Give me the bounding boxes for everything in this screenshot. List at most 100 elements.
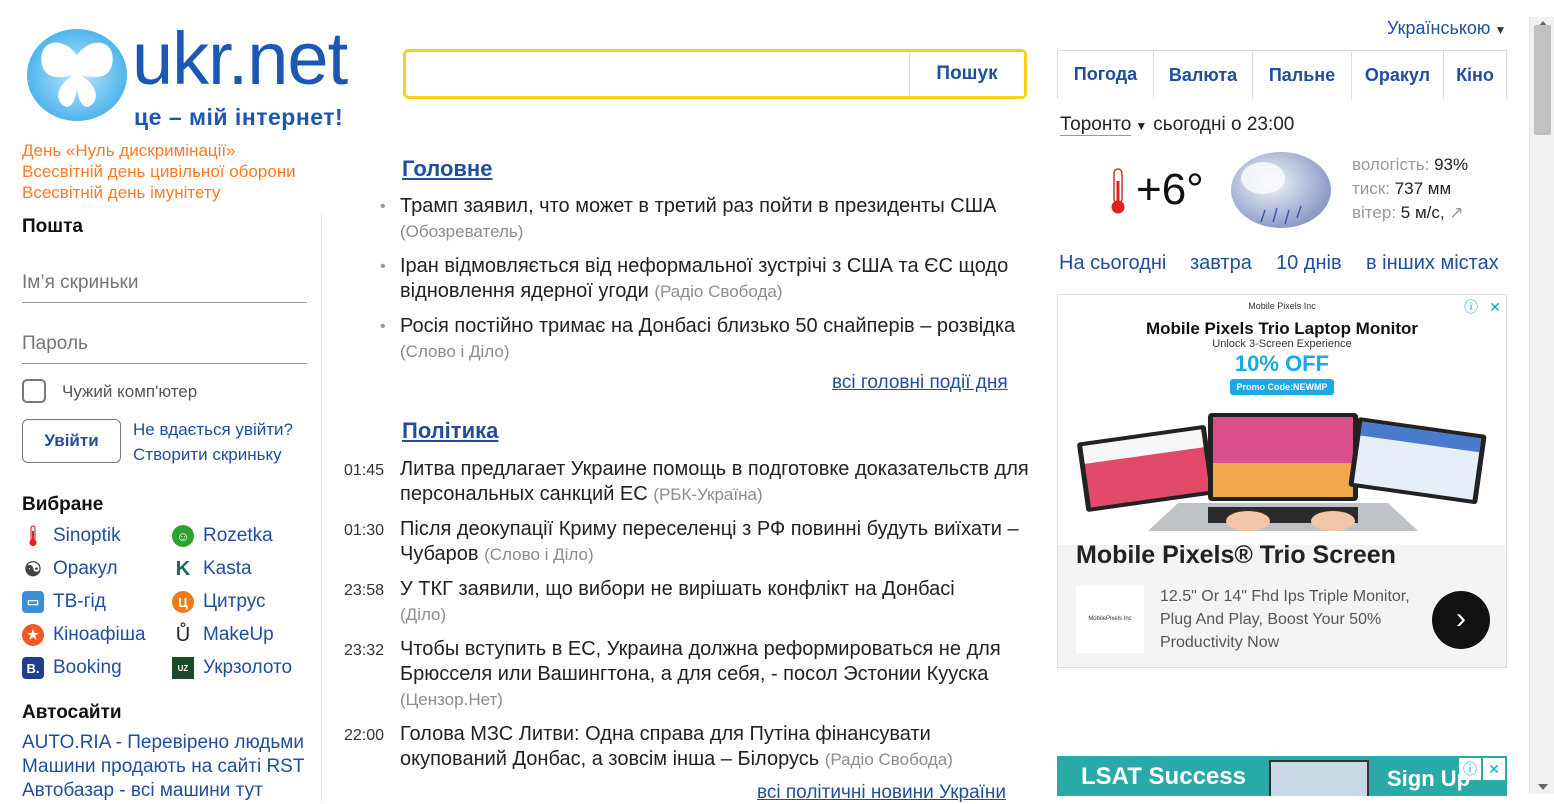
favorite-label: Rozetka <box>203 525 273 546</box>
autosite-link[interactable]: Машини продають на сайті RST <box>22 756 304 777</box>
weather-location: Торонто ▼ сьогодні о 23:00 <box>1060 114 1294 136</box>
ad-logo: MobilePixels Inc <box>1076 585 1144 653</box>
ad2-left-text: LSAT Success <box>1081 763 1246 790</box>
ad-banner[interactable]: Mobile Pixels Inc Mobile Pixels Trio Lap… <box>1057 294 1507 668</box>
ad-info-icon[interactable]: ⓘ <box>1460 296 1482 318</box>
foreign-computer-checkbox[interactable] <box>22 379 46 403</box>
favorite-sinoptik[interactable]: Sinoptik <box>22 525 121 547</box>
pressure-row: тиск: 737 мм <box>1352 177 1468 201</box>
tab-orakul[interactable]: Оракул <box>1351 50 1444 99</box>
temperature: +6° <box>1136 165 1204 214</box>
ad-brand: Mobile Pixels Inc <box>1248 301 1316 311</box>
news-text: У ТКГ заявили, що вибори не вирішать кон… <box>400 578 955 600</box>
ad-headline: Mobile Pixels® Trio Screen <box>1076 541 1396 569</box>
tab-fuel[interactable]: Пальне <box>1252 50 1352 99</box>
news-time: 01:30 <box>344 522 385 539</box>
ad-banner-secondary[interactable]: LSAT Success Sign Up ⓘ ✕ <box>1057 756 1507 796</box>
favorite-tv-guide[interactable]: ▭ ТВ-гід <box>22 591 106 613</box>
news-item[interactable]: 01:45 Литва предлагает Украине помощь в … <box>342 457 1032 507</box>
favorite-booking[interactable]: B. Booking <box>22 657 122 679</box>
weather-stats: вологість: 93% тиск: 737 мм вітер: 5 м/с… <box>1352 153 1468 225</box>
news-item[interactable]: 01:30 Після деокупації Криму переселенці… <box>342 517 1032 567</box>
city-selector[interactable]: Торонто <box>1060 114 1132 136</box>
ad-info-icon[interactable]: ⓘ <box>1459 758 1481 780</box>
favorite-ukrzoloto[interactable]: UZ Укрзолото <box>172 657 292 679</box>
favorite-label: Kasta <box>203 558 252 579</box>
makeup-u-icon: Ů <box>175 623 191 646</box>
kasta-k-icon: K <box>175 557 191 580</box>
weather-tomorrow-link[interactable]: завтра <box>1190 252 1252 275</box>
favorite-makeup[interactable]: Ů MakeUp <box>172 624 274 646</box>
language-selector[interactable]: Українською ▼ <box>1387 18 1506 39</box>
tab-weather[interactable]: Погода <box>1057 50 1154 99</box>
search-button[interactable]: Пошук <box>909 52 1024 96</box>
news-item[interactable]: 22:00 Голова МЗС Литви: Одна справа для … <box>342 722 1032 772</box>
favorite-kasta[interactable]: K Kasta <box>172 558 252 580</box>
favorite-label: Кіноафіша <box>53 624 146 645</box>
tab-currency[interactable]: Валюта <box>1153 50 1253 99</box>
wind-direction-icon: ↗ <box>1449 203 1464 222</box>
news-source: (Обозреватель) <box>400 222 524 241</box>
holiday-link[interactable]: Всесвітній день цивільної оборони <box>22 161 296 182</box>
news-text: Чтобы вступить в ЕС, Украина должна рефо… <box>400 638 1001 685</box>
favorites-title: Вибране <box>22 494 104 515</box>
create-mailbox-link[interactable]: Створити скриньку <box>133 445 282 464</box>
humidity-label: вологість: <box>1352 155 1430 174</box>
favorite-label: ТВ-гід <box>53 591 106 612</box>
news-item[interactable]: • Трамп заявил, что может в третий раз п… <box>342 194 1032 244</box>
favorite-rozetka[interactable]: ☺ Rozetka <box>172 525 273 547</box>
weather-time: сьогодні о 23:00 <box>1153 114 1295 135</box>
holidays-list: День «Нуль дискримінації» Всесвітній ден… <box>22 140 296 203</box>
thermometer-icon <box>22 525 44 547</box>
news-source: (Діло) <box>400 605 447 624</box>
all-politics-news-link[interactable]: всі політичні новини України <box>757 782 1006 804</box>
favorite-label: Booking <box>53 657 122 678</box>
news-item[interactable]: • Іран відмовляється від неформальної зу… <box>342 254 1032 304</box>
news-item[interactable]: 23:58 У ТКГ заявили, що вибори не виріша… <box>342 577 1032 627</box>
thermometer-icon <box>1111 168 1125 214</box>
ad-close-icon[interactable]: ✕ <box>1483 758 1505 780</box>
search-input[interactable] <box>406 52 908 96</box>
ad-title: Mobile Pixels Trio Laptop Monitor <box>1145 319 1418 338</box>
mailbox-name-input[interactable] <box>22 263 307 303</box>
ukrnet-logo[interactable]: ukr.net це – мій інтернет! <box>22 20 382 140</box>
weather-10days-link[interactable]: 10 днів <box>1276 252 1342 275</box>
scroll-down-icon[interactable] <box>1538 784 1548 790</box>
language-label: Українською <box>1387 18 1491 38</box>
scroll-thumb[interactable] <box>1534 25 1551 135</box>
news-item[interactable]: • Росія постійно тримає на Донбасі близь… <box>342 314 1032 364</box>
ad-close-icon[interactable]: ✕ <box>1484 296 1506 318</box>
favorite-kinoafisha[interactable]: ★ Кіноафіша <box>22 624 146 646</box>
holiday-link[interactable]: Всесвітній день імунітету <box>22 182 296 203</box>
autosite-link[interactable]: Автобазар - всі машини тут <box>22 780 263 801</box>
favorite-citrus[interactable]: Ц Цитрус <box>172 591 266 613</box>
bullet-icon: • <box>380 198 386 215</box>
login-help-links: Не вдається увійти? Створити скриньку <box>133 417 293 467</box>
tab-cinema[interactable]: Кіно <box>1443 50 1507 99</box>
all-main-news-link[interactable]: всі головні події дня <box>832 372 1008 394</box>
main-news-heading[interactable]: Головне <box>402 156 492 182</box>
news-source: (РБК-Україна) <box>653 485 763 504</box>
login-button[interactable]: Увійти <box>22 419 121 463</box>
rain-cloud-icon <box>1231 152 1331 228</box>
politics-news-list: 01:45 Литва предлагает Украине помощь в … <box>342 457 1032 772</box>
news-source: (Цензор.Нет) <box>400 690 503 709</box>
favorite-orakul[interactable]: ☯ Оракул <box>22 558 118 581</box>
politics-heading[interactable]: Політика <box>402 418 498 444</box>
password-input[interactable] <box>22 324 307 364</box>
weather-today-link[interactable]: На сьогодні <box>1059 252 1166 275</box>
autosite-link[interactable]: AUTO.RIA - Перевірено людьми <box>22 732 304 753</box>
left-sidebar: Пошта Чужий комп'ютер Увійти Не вдається… <box>0 212 322 802</box>
yin-yang-icon: ☯ <box>24 558 42 581</box>
cant-login-link[interactable]: Не вдається увійти? <box>133 420 293 439</box>
wind-value: 5 м/с, <box>1400 203 1445 222</box>
main-news-list: • Трамп заявил, что может в третий раз п… <box>342 194 1032 364</box>
page-scrollbar[interactable] <box>1529 17 1554 794</box>
news-source: (Радіо Свобода) <box>654 282 783 301</box>
news-item[interactable]: 23:32 Чтобы вступить в ЕС, Украина должн… <box>342 637 1032 712</box>
pressure-label: тиск: <box>1352 179 1390 198</box>
caret-down-icon: ▼ <box>1135 119 1148 133</box>
chevron-right-icon[interactable]: › <box>1432 591 1490 649</box>
holiday-link[interactable]: День «Нуль дискримінації» <box>22 140 296 161</box>
weather-other-cities-link[interactable]: в інших містах <box>1366 252 1499 275</box>
